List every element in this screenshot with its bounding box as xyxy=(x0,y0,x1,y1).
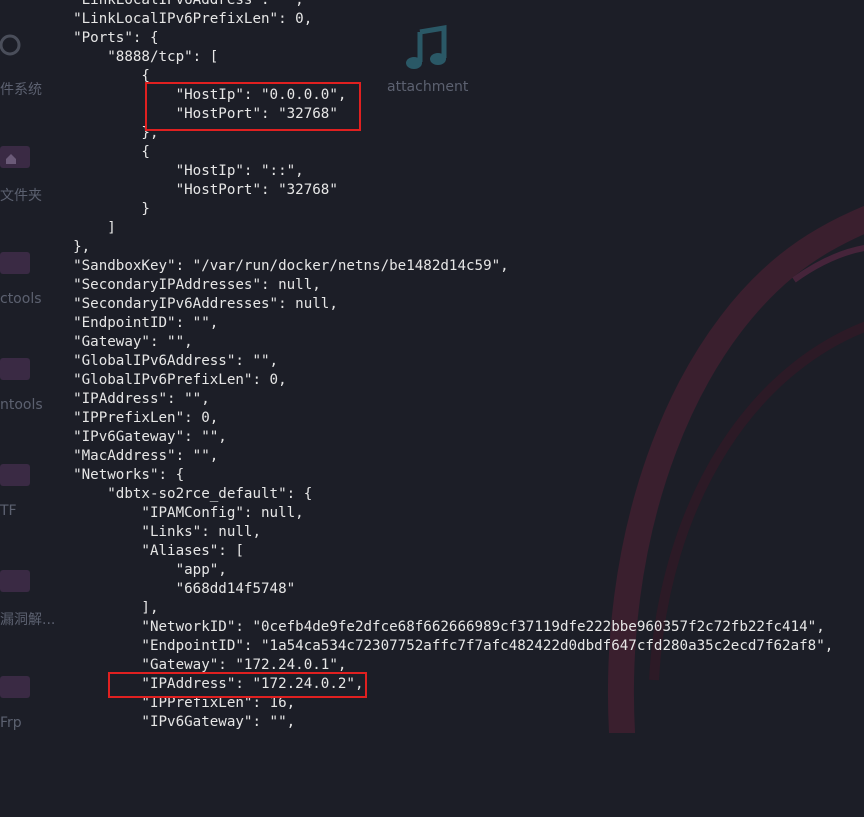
terminal-line: "dbtx-so2rce_default": { xyxy=(56,486,313,502)
terminal-line: "GlobalIPv6PrefixLen": 0, xyxy=(56,372,287,388)
terminal-line: "668dd14f5748" xyxy=(56,581,296,597)
terminal-line: "Ports": { xyxy=(56,30,159,46)
terminal-line: "Gateway": "", xyxy=(56,334,193,350)
terminal-line: "IPv6Gateway": "", xyxy=(56,714,296,730)
terminal-line: "MacAddress": "", xyxy=(56,448,219,464)
terminal-line: "SecondaryIPv6Addresses": null, xyxy=(56,296,338,312)
terminal-line: }, xyxy=(56,125,159,141)
terminal-line: "IPAMConfig": null, xyxy=(56,505,304,521)
terminal-line: { xyxy=(56,144,150,160)
terminal-line: "NetworkID": "0cefb4de9fe2dfce68f6626669… xyxy=(56,619,825,635)
terminal-line: "IPAddress": "", xyxy=(56,391,210,407)
terminal-line: "GlobalIPv6Address": "", xyxy=(56,353,279,369)
terminal-line: "IPPrefixLen": 0, xyxy=(56,410,219,426)
terminal-line: "HostPort": "32768" xyxy=(56,182,338,198)
terminal-output[interactable]: "LinkLocalIPv6Address": "", "LinkLocalIP… xyxy=(0,0,864,733)
terminal-line: "EndpointID": "", xyxy=(56,315,219,331)
highlight-box-host-binding xyxy=(145,82,361,131)
terminal-line: "IPv6Gateway": "", xyxy=(56,429,227,445)
terminal-line: "EndpointID": "1a54ca534c72307752affc7f7… xyxy=(56,638,834,654)
terminal-line: "LinkLocalIPv6Address": "", xyxy=(56,0,304,8)
terminal-line: "8888/tcp": [ xyxy=(56,49,219,65)
terminal-line: "Aliases": [ xyxy=(56,543,244,559)
terminal-line: }, xyxy=(56,239,91,255)
terminal-line: "app", xyxy=(56,562,227,578)
terminal-line: "HostIp": "::", xyxy=(56,163,304,179)
terminal-line: } xyxy=(56,201,150,217)
highlight-box-ip-address xyxy=(108,672,367,698)
terminal-line: ] xyxy=(56,220,116,236)
terminal-line: ], xyxy=(56,600,159,616)
terminal-line: "LinkLocalIPv6PrefixLen": 0, xyxy=(56,11,313,27)
terminal-line: "SecondaryIPAddresses": null, xyxy=(56,277,321,293)
terminal-line: "Networks": { xyxy=(56,467,185,483)
terminal-line: { xyxy=(56,68,150,84)
terminal-line: "SandboxKey": "/var/run/docker/netns/be1… xyxy=(56,258,509,274)
terminal-line: "Links": null, xyxy=(56,524,261,540)
